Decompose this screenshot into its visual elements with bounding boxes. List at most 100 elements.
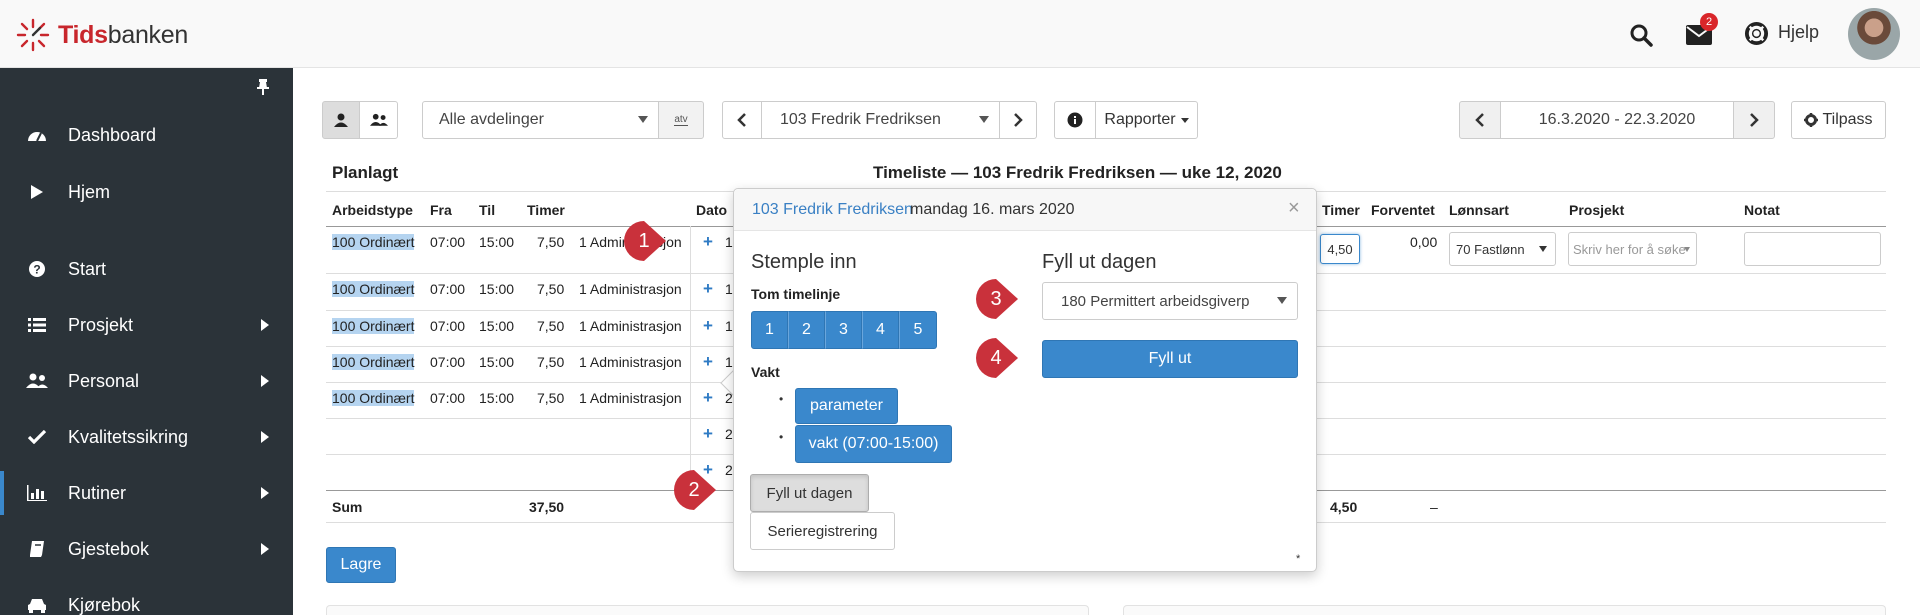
- timeline-button-2[interactable]: 2: [788, 311, 825, 349]
- fill-out-button[interactable]: Fyll ut: [1042, 340, 1298, 378]
- sidebar-item-label: Kvalitetssikring: [68, 426, 189, 447]
- lifebuoy-icon[interactable]: [1744, 21, 1769, 46]
- next-employee-button[interactable]: [999, 101, 1037, 139]
- series-registration-button[interactable]: Serieregistrering: [750, 512, 895, 550]
- timeline-button-4[interactable]: 4: [862, 311, 899, 349]
- group-view-button[interactable]: [359, 101, 398, 139]
- date-range-field[interactable]: 16.3.2020 - 22.3.2020: [1500, 101, 1734, 139]
- caret-down-icon: [1180, 117, 1189, 123]
- sidebar-item-personal[interactable]: Personal: [0, 359, 293, 403]
- fill-day-select-value: 180 Permittert arbeidsgiverp: [1061, 292, 1250, 310]
- header-timer: Timer: [527, 202, 565, 218]
- timeline-button-3[interactable]: 3: [825, 311, 862, 349]
- expected-cell: 0,00: [1410, 234, 1438, 250]
- sum-label: Sum: [332, 499, 363, 515]
- header-til: Til: [479, 202, 496, 218]
- car-icon: [28, 599, 46, 613]
- hours-cell: 7,50: [537, 234, 565, 250]
- sum-hours: 4,50: [1330, 499, 1358, 515]
- header-lonnsart: Lønnsart: [1449, 202, 1509, 218]
- save-button[interactable]: Lagre: [326, 547, 396, 583]
- users-icon: [369, 113, 388, 126]
- add-row-icon[interactable]: +: [703, 232, 713, 252]
- close-icon[interactable]: ×: [1288, 197, 1300, 220]
- employee-select[interactable]: 103 Fredrik Fredriksen: [761, 101, 1000, 139]
- messages-badge: 2: [1700, 13, 1718, 31]
- previous-employee-button[interactable]: [722, 101, 762, 139]
- bullet: •: [779, 430, 784, 444]
- user-icon: [334, 113, 348, 127]
- caret-right-icon: [261, 319, 269, 331]
- add-row-icon[interactable]: +: [703, 352, 713, 372]
- avatar[interactable]: [1848, 8, 1900, 60]
- sidebar-item-label: Hjem: [68, 181, 111, 202]
- add-row-icon[interactable]: +: [703, 388, 713, 408]
- department-cell: 1 Administrasjon: [579, 390, 682, 406]
- sidebar-item-label: Personal: [68, 370, 140, 391]
- sidebar-item-kjorebok[interactable]: Kjørebok: [0, 583, 293, 615]
- sidebar-item-label: Start: [68, 258, 107, 279]
- timeline-button-5[interactable]: 5: [899, 311, 937, 349]
- single-person-view-button[interactable]: [322, 101, 360, 139]
- pin-icon[interactable]: [254, 78, 272, 96]
- hours-input[interactable]: 4,50: [1320, 234, 1360, 264]
- shift-vakt-button[interactable]: vakt (07:00-15:00): [795, 425, 952, 463]
- header-timer-right: Timer: [1322, 202, 1360, 218]
- header-dato: Dato: [696, 202, 728, 218]
- sidebar-item-label: Rutiner: [68, 482, 127, 503]
- department-cell: 1 Administrasjon: [579, 318, 682, 334]
- wage-type-select[interactable]: 70 Fastlønn: [1449, 232, 1556, 266]
- fill-day-select[interactable]: 180 Permittert arbeidsgiverp: [1042, 282, 1298, 320]
- fill-day-button[interactable]: Fyll ut dagen: [750, 474, 869, 512]
- play-icon: [31, 185, 43, 199]
- sidebar-item-start[interactable]: ? Start: [0, 247, 293, 291]
- sidebar-item-dashboard[interactable]: Dashboard: [0, 113, 293, 157]
- date-cell: 1: [725, 354, 733, 370]
- department-cell: 1 Administrasjon: [579, 354, 682, 370]
- add-row-icon[interactable]: +: [703, 316, 713, 336]
- shift-label: Vakt: [751, 364, 780, 380]
- previous-week-button[interactable]: [1459, 101, 1501, 139]
- date-cell: 2: [725, 462, 733, 478]
- work-type-cell: 100 Ordinært: [332, 234, 415, 250]
- atv-button[interactable]: atv: [658, 101, 704, 139]
- sidebar-item-gjestebok[interactable]: Gjestebok: [0, 527, 293, 571]
- next-week-button[interactable]: [1733, 101, 1775, 139]
- help-link[interactable]: Hjelp: [1778, 22, 1819, 43]
- add-row-icon[interactable]: +: [703, 424, 713, 444]
- add-row-icon[interactable]: +: [703, 279, 713, 299]
- work-type-cell: 100 Ordinært: [332, 390, 415, 406]
- bottom-panel-right: [1123, 605, 1886, 615]
- project-search-select[interactable]: Skriv her for å søke: [1568, 232, 1697, 266]
- sidebar-item-kvalitetssikring[interactable]: Kvalitetssikring: [0, 415, 293, 459]
- note-input[interactable]: [1744, 232, 1881, 266]
- sidebar-item-hjem[interactable]: Hjem: [0, 170, 293, 214]
- to-cell: 15:00: [479, 354, 515, 370]
- info-button[interactable]: [1054, 101, 1096, 139]
- hours-cell: 7,50: [537, 354, 565, 370]
- popover-employee-link[interactable]: 103 Fredrik Fredriksen: [752, 201, 913, 219]
- header-notat: Notat: [1744, 202, 1780, 218]
- logo[interactable]: Tidsbanken: [16, 18, 188, 52]
- shift-parameter-button[interactable]: parameter: [795, 388, 898, 424]
- svg-text:?: ?: [33, 263, 40, 277]
- sidebar-item-rutiner[interactable]: Rutiner: [0, 471, 293, 515]
- customize-button[interactable]: Tilpass: [1791, 101, 1886, 139]
- sidebar-item-prosjekt[interactable]: Prosjekt: [0, 303, 293, 347]
- date-column-divider: [690, 226, 691, 490]
- chevron-down-icon: [1277, 297, 1287, 304]
- search-icon[interactable]: [1629, 23, 1653, 47]
- department-select[interactable]: Alle avdelinger: [422, 101, 659, 139]
- timeline-button-1[interactable]: 1: [751, 311, 788, 349]
- caret-right-icon: [261, 375, 269, 387]
- sidebar: Dashboard Hjem ? Start Prosjekt Personal…: [0, 68, 293, 615]
- work-type-cell: 100 Ordinært: [332, 318, 415, 334]
- header-forventet: Forventet: [1371, 202, 1435, 218]
- from-cell: 07:00: [430, 234, 466, 250]
- header-arbeidstype: Arbeidstype: [332, 202, 413, 218]
- logo-text-banken: banken: [107, 20, 189, 49]
- work-type-cell: 100 Ordinært: [332, 354, 415, 370]
- reports-dropdown-button[interactable]: Rapporter: [1095, 101, 1198, 139]
- to-cell: 15:00: [479, 234, 515, 250]
- wage-type-value: 70 Fastlønn: [1456, 241, 1525, 257]
